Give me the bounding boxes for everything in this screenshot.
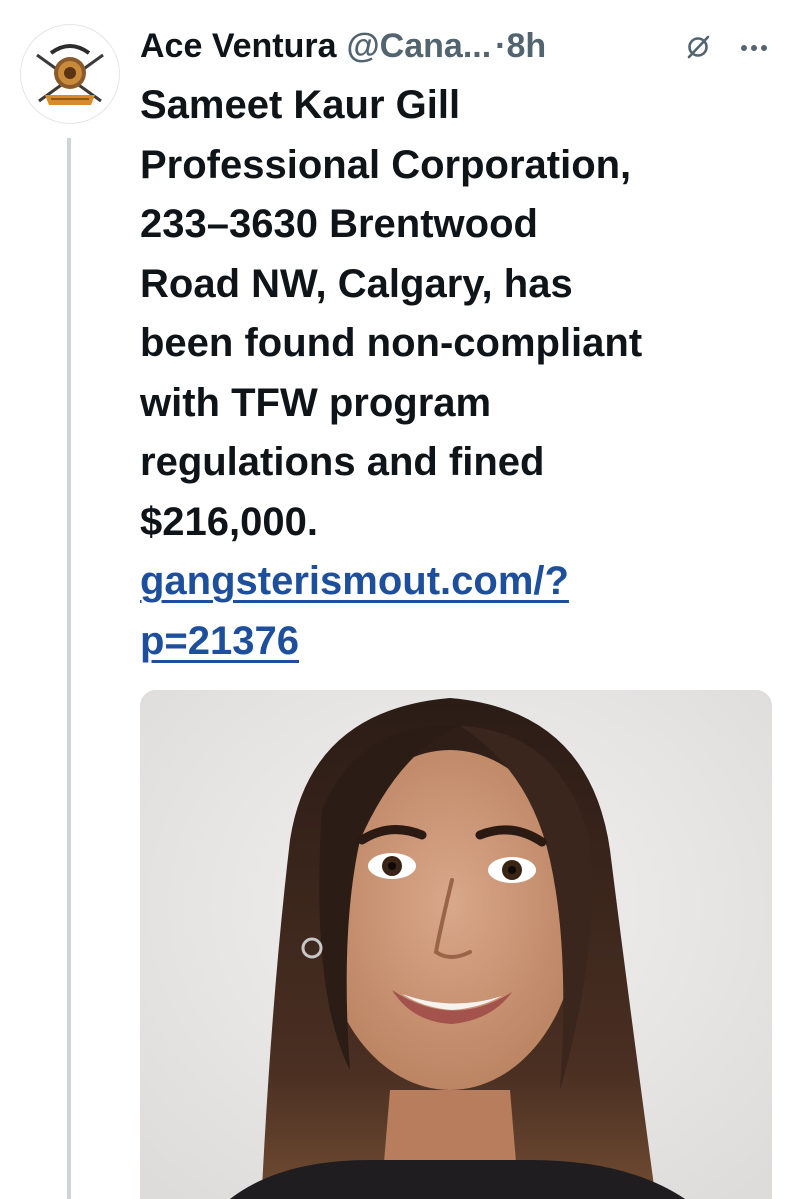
- author-avatar[interactable]: [20, 24, 120, 124]
- tweet-text-line: regulations and fined: [140, 440, 545, 484]
- emblem-icon: [22, 26, 118, 122]
- article-link[interactable]: gangsterismout.com/? p=21376: [140, 552, 772, 671]
- article-link-line: p=21376: [140, 618, 300, 663]
- author-handle[interactable]: @Cana...: [347, 22, 492, 70]
- tweet-text-line: Road NW, Calgary, has: [140, 261, 573, 306]
- tweet-text-line: been found non-compliant: [140, 321, 643, 365]
- separator-dot: ·: [495, 27, 507, 65]
- tweet-text-line: Professional Corporation,: [140, 142, 632, 187]
- timestamp[interactable]: 8h: [507, 22, 547, 70]
- tweet-text-line: 233–3630 Brentwood: [140, 202, 538, 246]
- tweet-text-line: Sameet Kaur Gill: [140, 83, 461, 127]
- tweet-text: Sameet Kaur Gill Professional Corporatio…: [140, 76, 772, 671]
- grok-icon[interactable]: [685, 34, 711, 60]
- tweet: Ace Ventura @Cana... · 8h Sameet Kaur Gi…: [0, 0, 789, 1199]
- tweet-media-photo[interactable]: [140, 690, 772, 1199]
- article-link-line: gangsterismout.com/?: [140, 559, 569, 603]
- more-icon[interactable]: [739, 38, 769, 58]
- tweet-text-line: with TFW program: [140, 380, 492, 425]
- tweet-text-line: $216,000.: [140, 499, 318, 544]
- portrait-photo: [140, 690, 772, 1199]
- author-name[interactable]: Ace Ventura: [140, 22, 337, 70]
- thread-line: [67, 138, 71, 1199]
- tweet-header: Ace Ventura @Cana... · 8h: [140, 22, 769, 70]
